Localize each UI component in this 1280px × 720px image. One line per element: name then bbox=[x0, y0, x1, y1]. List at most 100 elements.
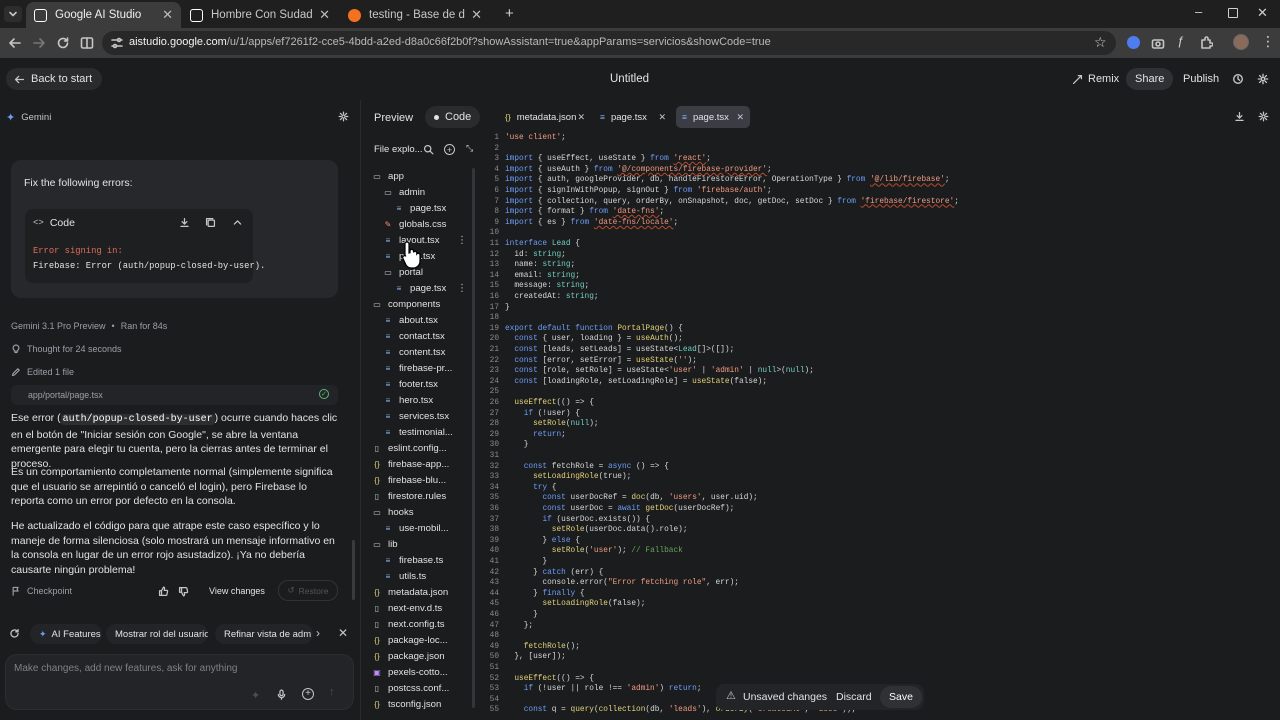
minimize-icon[interactable]: – bbox=[1195, 4, 1202, 19]
code-line[interactable]: setRole(null); bbox=[505, 420, 599, 428]
file-tree-item[interactable]: ▯ next-env.d.ts bbox=[372, 600, 442, 616]
function-extension-icon[interactable]: ƒ bbox=[1177, 34, 1184, 48]
code-line[interactable]: email: string; bbox=[505, 272, 580, 280]
code-line[interactable]: export default function PortalPage() { bbox=[505, 325, 683, 333]
code-line[interactable]: return; bbox=[505, 431, 566, 439]
profile-avatar[interactable] bbox=[1233, 34, 1249, 50]
browser-tab-3[interactable]: testing - Base de datos - Datos ✕ bbox=[340, 2, 490, 28]
browser-tab-2[interactable]: Hombre Con Sudadera Negra | ✕ bbox=[182, 2, 338, 28]
code-line[interactable]: import { es } from 'date-fns/locale'; bbox=[505, 219, 678, 227]
file-tree-item[interactable]: ▯ eslint.config... bbox=[372, 440, 447, 456]
share-button[interactable]: Share bbox=[1126, 68, 1174, 90]
new-tab-icon[interactable]: + bbox=[505, 5, 514, 22]
new-file-icon[interactable]: + bbox=[444, 144, 455, 155]
collapse-all-icon[interactable]: ⤡ bbox=[466, 143, 473, 154]
code-line[interactable]: message: string; bbox=[505, 282, 589, 290]
extension-blue-icon[interactable] bbox=[1127, 36, 1140, 49]
bookmark-star-icon[interactable]: ☆ bbox=[1094, 34, 1107, 51]
code-line[interactable]: }, [user]); bbox=[505, 653, 565, 661]
code-line[interactable]: import { useEffect, useState } from 'rea… bbox=[505, 155, 711, 163]
file-tree-item[interactable]: {} tsconfig.json bbox=[372, 696, 441, 712]
code-line[interactable]: const [error, setError] = useState(''); bbox=[505, 357, 697, 365]
code-line[interactable]: console.error("Error fetching role", err… bbox=[505, 579, 739, 587]
code-line[interactable]: import { format } from 'date-fns'; bbox=[505, 208, 664, 216]
file-tab-2[interactable]: ≡ page.tsx ✕ bbox=[594, 106, 672, 128]
file-tree-item[interactable]: ▣ pexels-cotto... bbox=[372, 664, 448, 680]
discard-button[interactable]: Discard bbox=[836, 691, 872, 703]
code-line[interactable]: const [leads, setLeads] = useState<Lead[… bbox=[505, 346, 734, 354]
chat-scrollbar[interactable] bbox=[352, 540, 355, 600]
browser-menu-icon[interactable]: ⋮ bbox=[1261, 33, 1275, 50]
copy-icon[interactable] bbox=[205, 217, 216, 228]
file-tree-item[interactable]: ≡ firebase-pr... bbox=[383, 360, 453, 376]
code-line[interactable]: if (!user) { bbox=[505, 410, 580, 418]
file-tree-item[interactable]: ≡ utils.ts bbox=[383, 568, 427, 584]
code-line[interactable]: } bbox=[505, 611, 538, 619]
code-tab[interactable]: Code bbox=[425, 106, 481, 128]
file-more-icon-2[interactable]: ⋮ bbox=[457, 283, 467, 294]
file-tab-3[interactable]: ≡ page.tsx ✕ bbox=[676, 106, 750, 128]
attach-icon[interactable]: ✦ bbox=[251, 689, 260, 702]
code-line[interactable]: id: string; bbox=[505, 251, 566, 259]
thumbs-down-icon[interactable] bbox=[178, 586, 189, 597]
file-tree-item[interactable]: ▭ lib bbox=[372, 536, 397, 552]
file-tree-item[interactable]: ▯ firestore.rules bbox=[372, 488, 446, 504]
file-tree-item[interactable]: ≡ testimonial... bbox=[383, 424, 453, 440]
suggestion-chip[interactable]: ✦ AI Features bbox=[30, 624, 102, 644]
suggestion-chip[interactable]: Mostrar rol del usuario bbox=[106, 624, 208, 644]
code-line[interactable]: } bbox=[505, 558, 547, 566]
restore-button[interactable]: ↺ Restore bbox=[278, 580, 338, 601]
tab-close-icon[interactable]: ✕ bbox=[471, 7, 482, 23]
extensions-puzzle-icon[interactable] bbox=[1199, 36, 1213, 50]
code-line[interactable]: } finally { bbox=[505, 590, 585, 598]
code-line[interactable]: import { useAuth } from '@/components/fi… bbox=[505, 166, 772, 174]
file-tree-item[interactable]: {} firebase-blu... bbox=[372, 472, 446, 488]
publish-button[interactable]: Publish bbox=[1183, 73, 1219, 85]
file-tree-item[interactable]: ▭ components bbox=[372, 296, 440, 312]
file-tree-item[interactable]: ≡ page.tsx bbox=[394, 280, 447, 296]
save-button[interactable]: Save bbox=[880, 686, 922, 708]
code-line[interactable]: import { signInWithPopup, signOut } from… bbox=[505, 187, 772, 195]
suggestions-close-icon[interactable]: ✕ bbox=[338, 626, 348, 640]
explorer-scrollbar[interactable] bbox=[472, 168, 475, 708]
reload-icon[interactable] bbox=[56, 36, 70, 50]
file-tab-close-icon[interactable]: ✕ bbox=[577, 112, 585, 123]
tab-close-icon[interactable]: ✕ bbox=[162, 7, 173, 23]
code-line[interactable]: setRole('user'); // Fallback bbox=[505, 547, 683, 555]
code-line[interactable]: name: string; bbox=[505, 261, 575, 269]
code-line[interactable]: setRole(userDoc.data().role); bbox=[505, 526, 688, 534]
file-tree-item[interactable]: ≡ page.tsx bbox=[394, 200, 447, 216]
file-tree-item[interactable]: ▯ postcss.conf... bbox=[372, 680, 450, 696]
file-tree-item[interactable]: ≡ use-mobil... bbox=[383, 520, 449, 536]
code-line[interactable]: fetchRole(); bbox=[505, 643, 580, 651]
add-attachment-icon[interactable]: + bbox=[302, 688, 314, 700]
maximize-icon[interactable] bbox=[1228, 8, 1238, 18]
code-line[interactable]: setLoadingRole(false); bbox=[505, 600, 645, 608]
settings-gear-icon[interactable] bbox=[1257, 73, 1269, 85]
file-tree-item[interactable]: ▭ hooks bbox=[372, 504, 413, 520]
file-tab-close-icon[interactable]: ✕ bbox=[658, 112, 666, 123]
send-icon[interactable]: ↑ bbox=[329, 686, 335, 698]
code-line[interactable]: } bbox=[505, 304, 510, 312]
file-tree-item[interactable]: ✎ globals.css bbox=[383, 216, 447, 232]
code-line[interactable]: useEffect(() => { bbox=[505, 399, 594, 407]
thumbs-up-icon[interactable] bbox=[158, 586, 169, 597]
code-line[interactable]: createdAt: string; bbox=[505, 293, 598, 301]
thought-row[interactable]: Thought for 24 seconds bbox=[11, 344, 122, 354]
refresh-suggestions-icon[interactable] bbox=[9, 628, 20, 639]
code-line[interactable]: useEffect(() => { bbox=[505, 675, 594, 683]
tab-search-icon[interactable] bbox=[4, 6, 22, 22]
file-tree-item[interactable]: ≡ about.tsx bbox=[383, 312, 438, 328]
file-tree-item[interactable]: {} firebase-app... bbox=[372, 456, 449, 472]
file-tree-item[interactable]: ▭ admin bbox=[383, 184, 425, 200]
code-line[interactable]: if (userDoc.exists()) { bbox=[505, 516, 650, 524]
file-tab-close-icon[interactable]: ✕ bbox=[736, 112, 744, 123]
editor-settings-icon[interactable] bbox=[1258, 111, 1269, 122]
suggestion-chip[interactable]: Refinar vista de adm bbox=[215, 624, 313, 644]
remix-button[interactable]: Remix bbox=[1072, 73, 1119, 85]
code-line[interactable]: if (!user || role !== 'admin') return; bbox=[505, 685, 702, 693]
code-line[interactable]: const { user, loading } = useAuth(); bbox=[505, 335, 682, 343]
history-icon[interactable] bbox=[1232, 73, 1244, 85]
code-line[interactable]: interface Lead { bbox=[505, 240, 580, 248]
code-editor[interactable]: 1'use client'; 2 3 import { useEffect, useS… bbox=[480, 130, 1280, 720]
